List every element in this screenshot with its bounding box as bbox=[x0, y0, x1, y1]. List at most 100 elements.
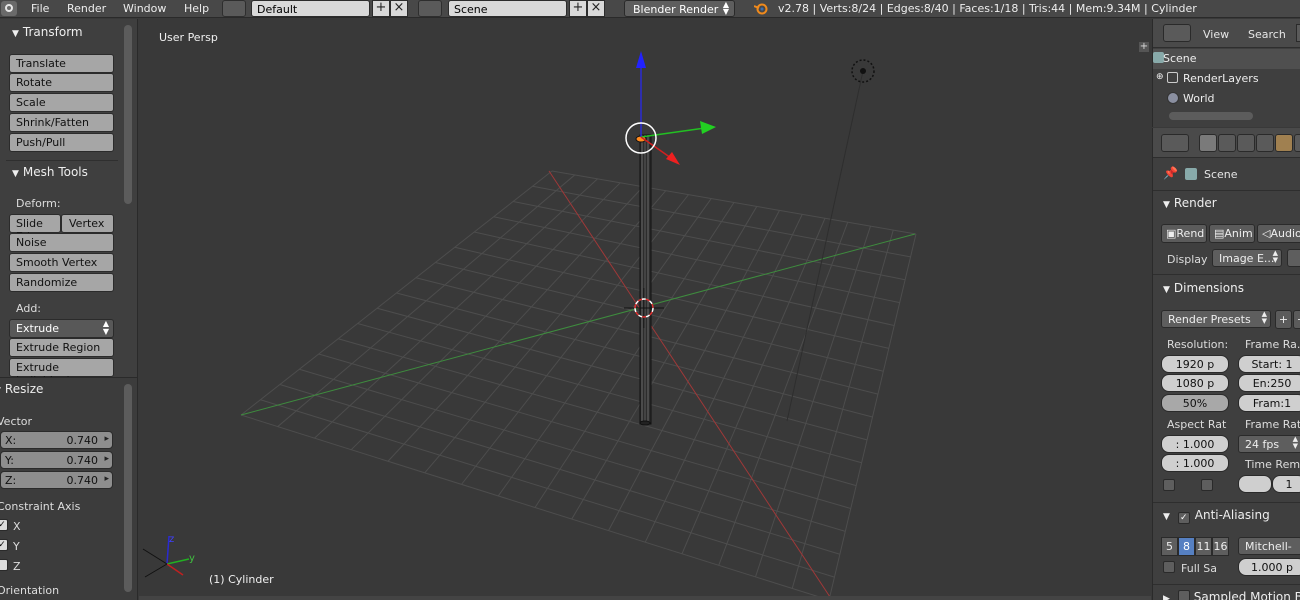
menu-file[interactable]: File bbox=[31, 2, 49, 15]
constraint-x-checkbox[interactable]: ✓ bbox=[0, 519, 8, 531]
outliner-item-renderlayers[interactable]: ⊕ RenderLayers bbox=[1153, 69, 1300, 89]
sampled-motion-blur-panel-header[interactable]: ▶ Sampled Motion B bbox=[1157, 589, 1300, 600]
transform-panel-header[interactable]: ▼ Transform bbox=[12, 25, 83, 39]
noise-button[interactable]: Noise bbox=[9, 233, 114, 252]
more-tabs-icon[interactable] bbox=[1294, 134, 1300, 152]
constraint-y-checkbox[interactable]: ✓ bbox=[0, 539, 8, 551]
full-sample-label: Full Sa bbox=[1181, 562, 1218, 575]
display-dropdown[interactable]: Image E... ▲ ▼ bbox=[1212, 249, 1282, 267]
frame-start-field[interactable]: Start: 1 bbox=[1238, 355, 1300, 373]
lock-interface-icon[interactable] bbox=[1287, 249, 1300, 267]
remove-screen-icon[interactable]: × bbox=[390, 0, 408, 17]
time-remapping-label: Time Rem. bbox=[1245, 458, 1300, 471]
viewport-canvas[interactable]: z y bbox=[139, 19, 1151, 600]
outliner-item-scene[interactable]: Scene bbox=[1153, 49, 1300, 69]
aspect-x-field[interactable]: : 1.000 bbox=[1161, 435, 1229, 453]
properties-editor-icon[interactable] bbox=[1161, 134, 1189, 152]
screen-layout-icon[interactable] bbox=[222, 0, 246, 17]
shrink-fatten-button[interactable]: Shrink/Fatten bbox=[9, 113, 114, 132]
render-audio-button[interactable]: ◁Audio bbox=[1257, 224, 1300, 243]
pin-icon[interactable]: 📌 bbox=[1163, 166, 1178, 180]
divider bbox=[1153, 502, 1300, 503]
vector-x-field[interactable]: X: 0.740 ▸ bbox=[0, 431, 113, 449]
aa-samples-16-button[interactable]: 16 bbox=[1212, 537, 1229, 556]
resolution-percentage-field[interactable]: 50% bbox=[1161, 394, 1229, 412]
render-presets-dropdown[interactable]: Render Presets ▲ ▼ bbox=[1161, 310, 1271, 328]
aa-samples-8-button[interactable]: 8 bbox=[1178, 537, 1195, 556]
frame-end-field[interactable]: En:250 bbox=[1238, 374, 1300, 392]
scene-field[interactable]: Scene bbox=[448, 0, 567, 17]
time-remap-new-field[interactable]: 1 bbox=[1272, 475, 1300, 493]
properties-toggle-icon[interactable]: + bbox=[1139, 42, 1149, 52]
aspect-y-field[interactable]: : 1.000 bbox=[1161, 454, 1229, 472]
blender-logo-icon[interactable] bbox=[1, 1, 17, 16]
filter-size-field[interactable]: 1.000 p bbox=[1238, 558, 1300, 576]
extrude-region-button[interactable]: Extrude Region bbox=[9, 338, 114, 357]
render-engine-label: Blender Render bbox=[633, 3, 719, 16]
slide-vertex-button[interactable]: Vertex bbox=[61, 214, 114, 233]
render-tab-icon[interactable] bbox=[1199, 134, 1217, 152]
outliner-scrollbar[interactable] bbox=[1169, 112, 1253, 120]
lamp-object-icon[interactable] bbox=[851, 59, 875, 83]
frame-rate-dropdown[interactable]: 24 fps ▲ ▼ bbox=[1238, 435, 1300, 453]
outliner-view-menu[interactable]: View bbox=[1203, 28, 1229, 41]
aa-samples-11-button[interactable]: 11 bbox=[1195, 537, 1212, 556]
bottom-header-edge bbox=[139, 596, 1151, 600]
renderlayers-icon bbox=[1167, 72, 1178, 83]
add-preset-icon[interactable]: + bbox=[1275, 310, 1292, 329]
vector-z-field[interactable]: Z: 0.740 ▸ bbox=[0, 471, 113, 489]
menu-help[interactable]: Help bbox=[184, 2, 209, 15]
vector-y-field[interactable]: Y: 0.740 ▸ bbox=[0, 451, 113, 469]
menu-render[interactable]: Render bbox=[67, 2, 106, 15]
time-remap-old-field[interactable] bbox=[1238, 475, 1272, 493]
anti-aliasing-panel-header[interactable]: ▼ ✓ Anti-Aliasing bbox=[1157, 508, 1300, 524]
outliner-display-dropdown[interactable] bbox=[1296, 24, 1300, 42]
render-animation-button[interactable]: ▤Anim bbox=[1209, 224, 1255, 243]
constraint-z-checkbox[interactable] bbox=[0, 559, 8, 571]
operator-panel-scrollbar[interactable] bbox=[124, 384, 132, 592]
add-scene-icon[interactable]: + bbox=[569, 0, 587, 17]
full-sample-checkbox[interactable] bbox=[1163, 561, 1175, 573]
border-checkbox[interactable] bbox=[1163, 479, 1175, 491]
rotate-button[interactable]: Rotate bbox=[9, 73, 114, 92]
remove-preset-icon[interactable]: − bbox=[1293, 310, 1300, 329]
scale-button[interactable]: Scale bbox=[9, 93, 114, 112]
push-pull-button[interactable]: Push/Pull bbox=[9, 133, 114, 152]
dimensions-panel-header[interactable]: ▼ Dimensions bbox=[1157, 281, 1300, 295]
outliner-editor-icon[interactable] bbox=[1163, 24, 1191, 42]
scene-tab-icon[interactable] bbox=[1237, 134, 1255, 152]
render-panel-header[interactable]: ▼ Render bbox=[1157, 196, 1300, 210]
randomize-button[interactable]: Randomize bbox=[9, 273, 114, 292]
extrude-dropdown[interactable]: Extrude ▲ ▼ bbox=[9, 319, 114, 338]
screen-layout-field[interactable]: Default bbox=[251, 0, 370, 17]
translate-button[interactable]: Translate bbox=[9, 54, 114, 73]
resolution-y-field[interactable]: 1080 p bbox=[1161, 374, 1229, 392]
resize-panel-header[interactable]: ▼Resize bbox=[0, 382, 43, 396]
render-layers-tab-icon[interactable] bbox=[1218, 134, 1236, 152]
smooth-vertex-button[interactable]: Smooth Vertex bbox=[9, 253, 114, 272]
crop-checkbox[interactable] bbox=[1201, 479, 1213, 491]
remove-scene-icon[interactable]: × bbox=[587, 0, 605, 17]
anti-aliasing-checkbox[interactable]: ✓ bbox=[1177, 512, 1190, 524]
menu-window[interactable]: Window bbox=[123, 2, 166, 15]
cylinder-mesh[interactable] bbox=[635, 134, 652, 426]
add-screen-icon[interactable]: + bbox=[372, 0, 390, 17]
render-image-button[interactable]: ▣Rend bbox=[1161, 224, 1207, 243]
3d-viewport[interactable]: z y User Persp (1) Cylinder + bbox=[139, 19, 1151, 600]
outliner-item-world[interactable]: World bbox=[1153, 89, 1300, 109]
outliner-search-menu[interactable]: Search bbox=[1248, 28, 1286, 41]
expand-plus-icon[interactable]: ⊕ bbox=[1156, 72, 1164, 82]
aa-filter-dropdown[interactable]: Mitchell- bbox=[1238, 537, 1300, 555]
extrude-individual-button[interactable]: Extrude Individual bbox=[9, 358, 114, 387]
aa-samples-5-button[interactable]: 5 bbox=[1161, 537, 1178, 556]
frame-step-field[interactable]: Fram:1 bbox=[1238, 394, 1300, 412]
render-engine-dropdown[interactable]: Blender Render ▲ ▼ bbox=[624, 0, 735, 17]
tool-shelf-scrollbar[interactable] bbox=[124, 25, 132, 204]
scene-icon[interactable] bbox=[418, 0, 442, 17]
world-tab-icon[interactable] bbox=[1256, 134, 1274, 152]
slide-edge-button[interactable]: Slide Ed bbox=[9, 214, 61, 243]
resolution-x-field[interactable]: 1920 p bbox=[1161, 355, 1229, 373]
sampled-motion-blur-checkbox[interactable] bbox=[1177, 590, 1190, 600]
mesh-tools-panel-header[interactable]: ▼ Mesh Tools bbox=[12, 165, 88, 179]
object-tab-icon[interactable] bbox=[1275, 134, 1293, 152]
